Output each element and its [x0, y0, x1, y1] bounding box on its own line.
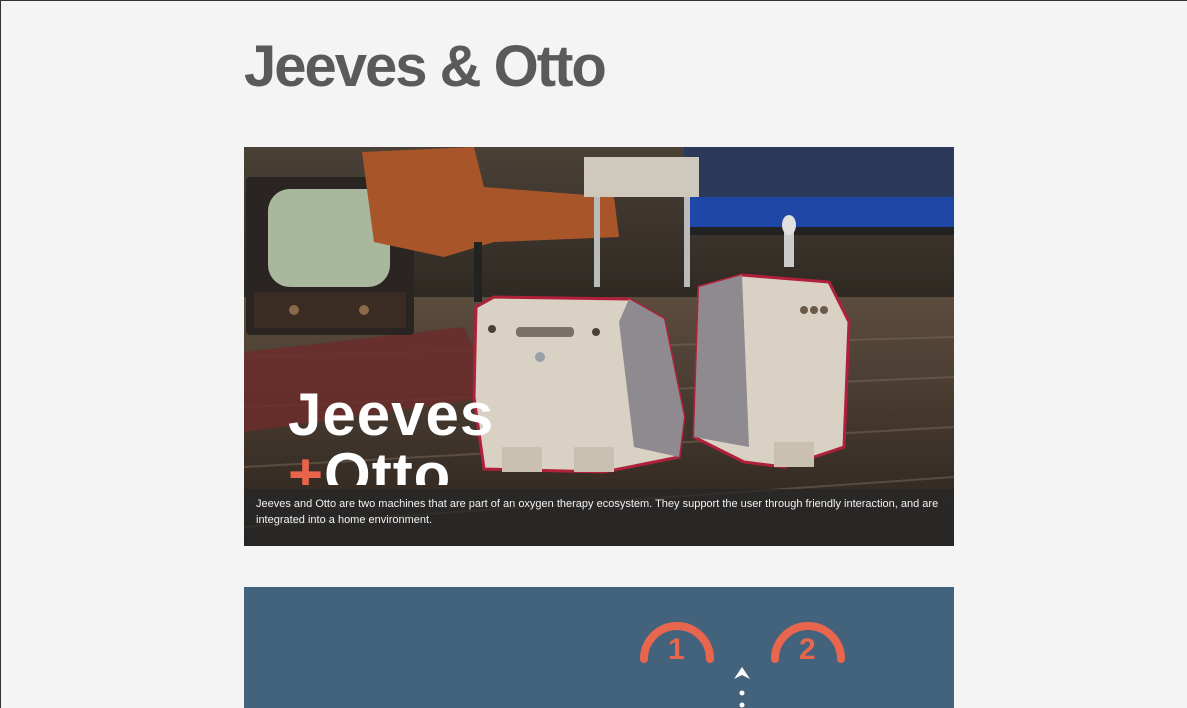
- logo-line-1: Jeeves: [288, 381, 495, 448]
- logo-plus: +: [288, 445, 325, 485]
- up-arrow-icon: [734, 667, 750, 708]
- logo-line-2-text: Otto: [324, 445, 452, 485]
- hero-caption: Jeeves and Otto are two machines that ar…: [244, 489, 954, 546]
- hero-image: Jeeves +Otto Jeeves and Otto are two mac…: [244, 147, 954, 546]
- diagram-panel: 1 2: [244, 587, 954, 708]
- hero-logo: Jeeves +Otto: [288, 385, 494, 486]
- step-1-number: 1: [668, 633, 685, 666]
- hero-photo: [244, 147, 954, 546]
- step-diagram: [640, 622, 845, 708]
- step-2-number: 2: [799, 633, 816, 666]
- page-title: Jeeves & Otto: [244, 34, 607, 99]
- logo-line-2: +Otto: [288, 445, 494, 485]
